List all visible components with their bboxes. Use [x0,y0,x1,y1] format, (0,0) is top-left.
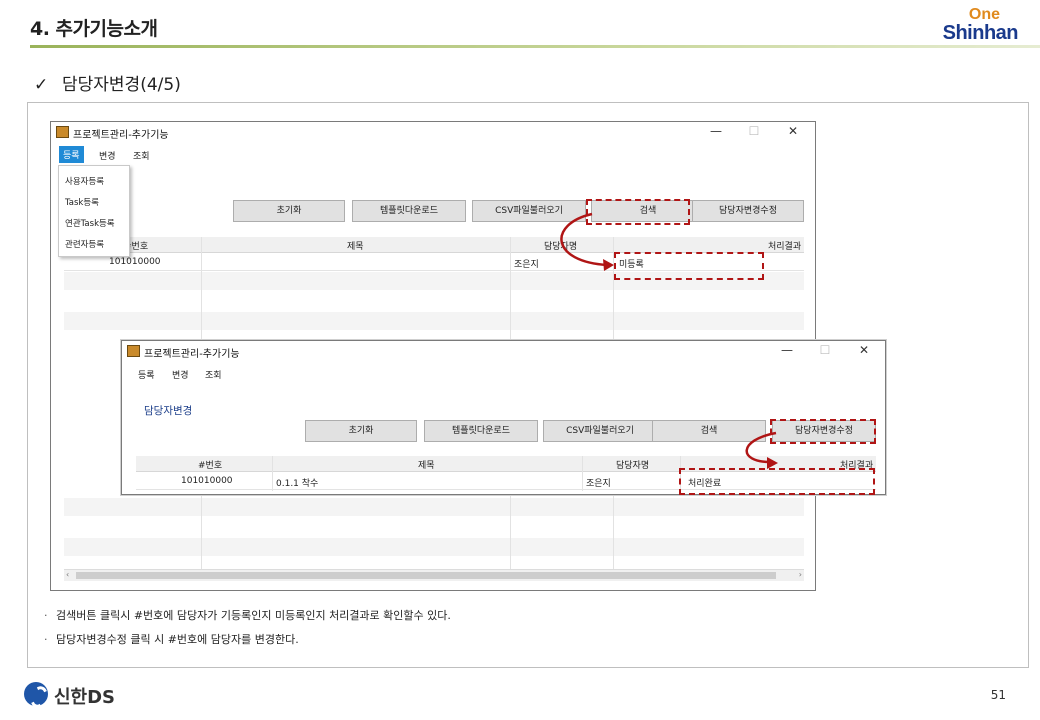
note-1-text: 검색버튼 클릭시 #번호에 담당자가 기등록인지 미등록인지 처리결과로 확인할… [56,609,451,622]
note-1: · 검색버튼 클릭시 #번호에 담당자가 기등록인지 미등록인지 처리결과로 확인… [44,607,451,623]
bullet-icon: · [44,633,48,646]
arrow-search-to-result [560,212,609,267]
shinhan-emblem-icon [24,682,48,706]
note-2: · 담당자변경수정 클릭 시 #번호에 담당자를 변경한다. [44,631,299,647]
arrow-change-to-result [745,431,777,464]
note-2-text: 담당자변경수정 클릭 시 #번호에 담당자를 변경한다. [56,633,299,646]
page-number: 51 [990,688,1006,702]
arrow-head-icon [767,457,778,469]
footer-brand-text: 신한DS [54,687,116,708]
arrow-head-icon [603,259,614,271]
bullet-icon: · [44,609,48,622]
